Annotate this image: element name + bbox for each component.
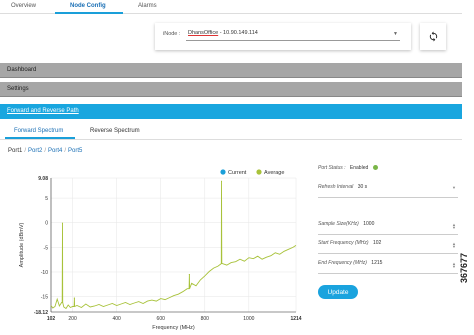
stepper-icon[interactable]: ▲ ▼ bbox=[452, 223, 456, 230]
path-label: Forward and Reverse Path bbox=[7, 108, 79, 114]
breadcrumb: Port1/Port2/Port4/Port5 bbox=[8, 148, 83, 154]
inode-panel: iNode : DhansOffice - 10.90.149.114 ▼ bbox=[155, 23, 411, 50]
refresh-interval-label: Refresh Interval bbox=[318, 184, 354, 190]
x-tick-label: 600 bbox=[157, 316, 166, 322]
breadcrumb-current: Port1 bbox=[8, 148, 23, 154]
breadcrumb-port5[interactable]: Port5 bbox=[68, 148, 82, 154]
inode-value: DhansOffice - 10.90.149.114 bbox=[188, 30, 258, 36]
x-tick-label: 1214 bbox=[290, 316, 301, 322]
sample-size-value: 1000 bbox=[363, 221, 375, 227]
active-tab-indicator bbox=[55, 12, 123, 14]
tab-reverse-spectrum[interactable]: Reverse Spectrum bbox=[90, 128, 140, 134]
end-frequency-value: 1215 bbox=[371, 260, 383, 266]
settings-section-bar[interactable]: Settings bbox=[0, 82, 462, 97]
inode-name: DhansOffice bbox=[188, 30, 219, 36]
legend-average-marker bbox=[256, 169, 262, 175]
status-dot-icon bbox=[372, 165, 378, 171]
refresh-icon bbox=[429, 31, 437, 42]
y-tick-label: 5 bbox=[45, 196, 48, 202]
series-average-line bbox=[50, 180, 297, 310]
tab-node-config[interactable]: Node Config bbox=[70, 3, 106, 9]
sample-size-label: Sample Size(KHz) bbox=[318, 221, 359, 227]
x-tick-label: 800 bbox=[201, 316, 210, 322]
stepper-icon[interactable]: ▲ ▼ bbox=[452, 262, 456, 269]
refresh-interval-select[interactable]: Refresh Interval 30 s ▼ bbox=[318, 184, 458, 198]
start-frequency-label: Start Frequency (MHz) bbox=[318, 240, 369, 246]
port-status-value: Enabled bbox=[349, 165, 369, 171]
end-frequency-field[interactable]: End Frequency (MHz) 1215 ▲ ▼ bbox=[318, 260, 458, 274]
chevron-down-icon: ▼ bbox=[452, 185, 456, 190]
breadcrumb-port4[interactable]: Port4 bbox=[48, 148, 62, 154]
y-tick-label: -15 bbox=[41, 295, 48, 301]
port-status-row: Port Status : Enabled bbox=[318, 165, 458, 179]
y-tick-label: -5 bbox=[44, 245, 49, 251]
legend-current-label: Current bbox=[228, 170, 247, 176]
end-frequency-label: End Frequency (MHz) bbox=[318, 260, 367, 266]
top-tab-bar: Overview Node Config Alarms bbox=[0, 0, 462, 14]
x-tick-label: 400 bbox=[112, 316, 121, 322]
y-tick-label: 9.08 bbox=[38, 176, 48, 182]
tab-forward-spectrum[interactable]: Forward Spectrum bbox=[14, 128, 63, 134]
start-frequency-field[interactable]: Start Frequency (MHz) 102 ▲ ▼ bbox=[318, 240, 458, 254]
tab-alarms[interactable]: Alarms bbox=[138, 3, 157, 9]
y-tick-label: 0 bbox=[45, 221, 48, 227]
sample-size-field[interactable]: Sample Size(KHz) 1000 ▲ ▼ bbox=[318, 221, 458, 235]
legend-current-marker bbox=[220, 169, 226, 175]
breadcrumb-port2[interactable]: Port2 bbox=[28, 148, 42, 154]
x-tick-label: 200 bbox=[68, 316, 77, 322]
inode-label: iNode : bbox=[163, 31, 181, 37]
x-axis-title: Frequency (MHz) bbox=[152, 325, 195, 331]
refresh-button[interactable] bbox=[420, 23, 446, 50]
dashboard-section-bar[interactable]: Dashboard bbox=[0, 63, 462, 78]
spectrum-chart: 102 200 400 600 800 1000 1214 9.08 5 0 -5 -10 -15 -18… bbox=[14, 165, 304, 335]
x-tick-label: 102 bbox=[47, 316, 56, 322]
port-status-label: Port Status : bbox=[318, 165, 346, 171]
y-tick-label: -10 bbox=[41, 270, 48, 276]
path-section-bar[interactable]: Forward and Reverse Path bbox=[0, 104, 462, 119]
spectrum-chart-svg: 102 200 400 600 800 1000 1214 9.08 5 0 -5 -10 -15 -18… bbox=[19, 169, 302, 331]
refresh-interval-value: 30 s bbox=[357, 184, 368, 190]
inode-ip: - 10.90.149.114 bbox=[218, 30, 258, 36]
tab-overview[interactable]: Overview bbox=[11, 3, 36, 9]
x-tick-label: 1000 bbox=[243, 316, 254, 322]
y-axis-title: Amplitude (dBmV) bbox=[19, 223, 25, 268]
dashboard-label: Dashboard bbox=[7, 67, 37, 73]
start-frequency-value: 102 bbox=[372, 240, 382, 246]
y-tick-label: -18.12 bbox=[34, 310, 48, 316]
legend-average-label: Average bbox=[264, 170, 284, 176]
inode-select[interactable]: DhansOffice - 10.90.149.114 ▼ bbox=[186, 28, 400, 41]
update-button[interactable]: Update bbox=[318, 285, 358, 299]
stepper-icon[interactable]: ▲ ▼ bbox=[452, 242, 456, 249]
figure-id: 367677 bbox=[459, 252, 469, 283]
chevron-down-icon: ▼ bbox=[393, 31, 398, 37]
divider bbox=[0, 139, 462, 140]
settings-label: Settings bbox=[7, 86, 29, 92]
